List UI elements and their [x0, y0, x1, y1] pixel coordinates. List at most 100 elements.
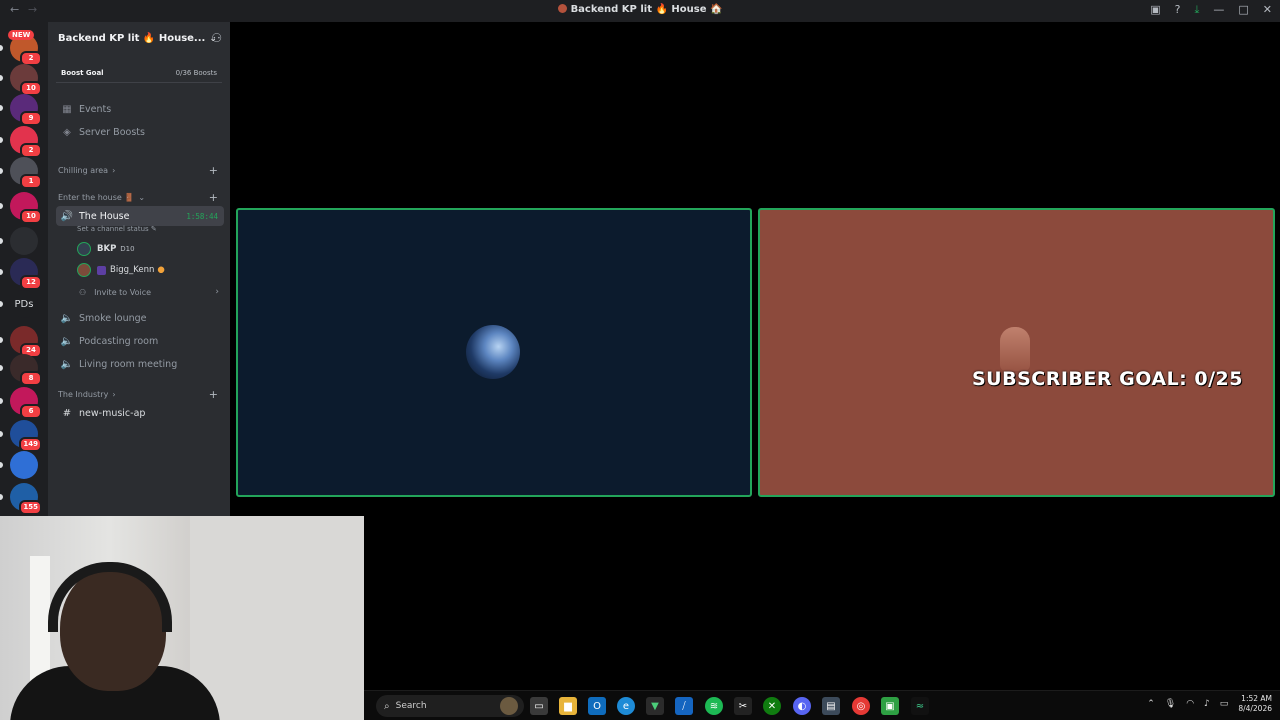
set-channel-status[interactable]: Set a channel status ✎: [77, 225, 157, 233]
unread-badge: 1: [20, 174, 42, 189]
subscriber-goal-overlay: SUBSCRIBER GOAL: 0/25: [972, 368, 1243, 390]
wifi-icon[interactable]: ◠: [1186, 699, 1194, 709]
events-item[interactable]: ▦ Events: [56, 99, 224, 119]
category-label: Enter the house 🚪: [58, 192, 135, 202]
speaker-icon: 🔈: [60, 312, 74, 324]
server-icon-server-i[interactable]: 6: [10, 387, 42, 419]
server-boosts-label: Server Boosts: [79, 126, 145, 138]
clock-date: 8/4/2026: [1238, 704, 1272, 713]
chrome-icon[interactable]: ◎: [852, 697, 870, 715]
channel-name: Podcasting room: [79, 335, 159, 347]
unread-pill: [0, 203, 3, 209]
channel-name: new-music-ap: [79, 407, 146, 419]
unread-pill: [0, 137, 3, 143]
add-member-icon[interactable]: ⚇: [211, 31, 222, 45]
channel-sidebar: Backend KP lit 🔥 House... ⌄ ⚇ Boost Goal…: [48, 22, 230, 516]
chevron-right-icon: ›: [112, 389, 116, 399]
server-boosts-item[interactable]: ◈ Server Boosts: [56, 122, 224, 142]
stream-icon: ●: [157, 265, 165, 275]
channel-name: The House: [79, 210, 130, 222]
speaker-icon: 🔈: [60, 335, 74, 347]
streaming-app-icon[interactable]: ≈: [911, 697, 929, 715]
server-avatar-icon: [557, 4, 567, 13]
edge-icon[interactable]: e: [617, 697, 635, 715]
chevron-down-icon: ⌄: [138, 192, 146, 202]
server-icon-server-e[interactable]: [10, 227, 38, 255]
inbox-icon[interactable]: ▣: [1150, 3, 1160, 17]
unread-badge: 9: [20, 111, 42, 126]
server-icon-server-c[interactable]: 9: [10, 94, 42, 126]
minimize-icon[interactable]: —: [1213, 3, 1224, 17]
discord-icon[interactable]: ◐: [793, 697, 811, 715]
close-icon[interactable]: ✕: [1263, 3, 1272, 17]
add-user-icon: ⚇: [79, 287, 87, 297]
vpn-icon[interactable]: ▼: [646, 697, 664, 715]
voice-channel-the-house[interactable]: 🔊 The House 1:58:44: [56, 206, 224, 226]
voice-user-bigg-kenn[interactable]: Bigg_Kenn ●: [77, 261, 165, 279]
task-view-icon[interactable]: ▭: [530, 697, 548, 715]
server-icon-server-g[interactable]: 24: [10, 326, 42, 358]
create-channel-icon[interactable]: +: [209, 191, 218, 204]
user-tag: D10: [120, 245, 135, 253]
search-highlight-icon: [500, 697, 518, 715]
voice-user-bkp[interactable]: BKP D10: [77, 240, 135, 258]
server-icon-server-k[interactable]: [10, 451, 38, 479]
spotify-icon[interactable]: ≋: [705, 697, 723, 715]
server-icon-discord-gray[interactable]: 1: [10, 157, 42, 189]
battery-icon[interactable]: ▭: [1220, 699, 1229, 709]
app-icon[interactable]: ⧸: [675, 697, 693, 715]
xbox-icon[interactable]: ✕: [763, 697, 781, 715]
unread-badge: 155: [19, 500, 42, 515]
maximize-icon[interactable]: □: [1238, 3, 1248, 17]
category-industry[interactable]: The Industry › +: [52, 387, 226, 401]
server-icon-server-l[interactable]: 155: [10, 483, 42, 515]
server-icon-pds[interactable]: PDs: [10, 290, 38, 318]
help-icon[interactable]: ?: [1175, 3, 1181, 17]
unread-pill: [0, 337, 3, 343]
chevron-up-icon[interactable]: ⌃: [1147, 699, 1155, 709]
server-icon-server-d[interactable]: 10: [10, 192, 42, 224]
unread-badge: 10: [20, 209, 42, 224]
chevron-right-icon: ›: [112, 165, 116, 175]
voice-channel-smoke-lounge[interactable]: 🔈 Smoke lounge: [56, 308, 224, 328]
app-green-icon[interactable]: ▣: [881, 697, 899, 715]
new-tag: NEW: [8, 30, 35, 40]
file-explorer-icon[interactable]: ▆: [559, 697, 577, 715]
clock[interactable]: 1:52 AM 8/4/2026: [1238, 694, 1272, 714]
create-channel-icon[interactable]: +: [209, 164, 218, 177]
volume-icon[interactable]: ♪: [1204, 699, 1210, 709]
unread-pill: [0, 269, 3, 275]
windows-taskbar: ⌕ Search ▭ ▆ O e ▼ ⧸ ≋ ✂ ✕ ◐ ▤ ◎ ▣ ≈ ⌃ 🎙…: [364, 690, 1280, 720]
role-icon: [97, 265, 106, 275]
invite-to-voice[interactable]: ⚇ Invite to Voice ›: [79, 285, 225, 299]
notepad-icon[interactable]: ▤: [822, 697, 840, 715]
avatar: [77, 263, 91, 277]
unread-pill: [0, 105, 3, 111]
bkp-avatar-globe: [466, 325, 520, 379]
text-channel-new-music[interactable]: # new-music-ap: [56, 403, 224, 423]
outlook-icon[interactable]: O: [588, 697, 606, 715]
create-channel-icon[interactable]: +: [209, 388, 218, 401]
server-icon-server-j[interactable]: 149: [10, 420, 42, 452]
unread-pill: [0, 168, 3, 174]
taskbar-search[interactable]: ⌕ Search: [376, 695, 524, 717]
microphone-icon[interactable]: 🎙: [1165, 699, 1176, 709]
boost-goal-bar[interactable]: Boost Goal 0/36 Boosts: [56, 63, 222, 83]
server-header[interactable]: Backend KP lit 🔥 House... ⌄ ⚇: [48, 22, 230, 55]
category-chilling[interactable]: Chilling area › +: [52, 163, 226, 177]
unread-pill: [0, 398, 3, 404]
voice-channel-living-room[interactable]: 🔈 Living room meeting: [56, 354, 224, 374]
server-icon-server-f[interactable]: 12: [10, 258, 42, 290]
unread-badge: 8: [20, 371, 42, 386]
server-icon-discord-red[interactable]: 2: [10, 126, 42, 158]
capcut-icon[interactable]: ✂: [734, 697, 752, 715]
server-icon-server-h[interactable]: 8: [10, 354, 42, 386]
unread-pill: [0, 238, 3, 244]
voice-channel-podcasting-room[interactable]: 🔈 Podcasting room: [56, 331, 224, 351]
unread-badge: 2: [20, 143, 42, 158]
category-enter-house[interactable]: Enter the house 🚪 ⌄ +: [52, 190, 226, 204]
pencil-icon: ✎: [150, 225, 157, 233]
download-icon[interactable]: ⤓: [1195, 3, 1200, 17]
hash-icon: #: [62, 407, 72, 419]
server-icon-server-b[interactable]: 10: [10, 64, 42, 96]
